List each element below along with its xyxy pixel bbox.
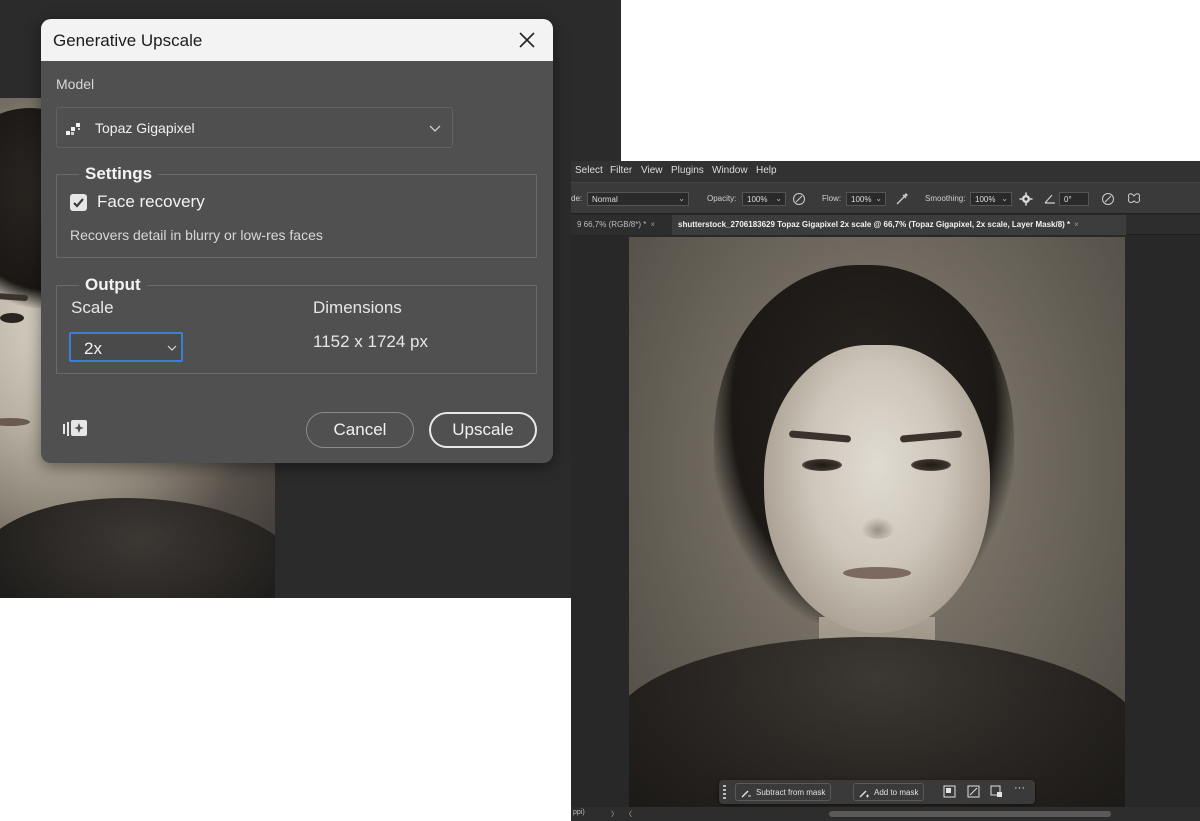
opacity-label: Opacity: (707, 194, 737, 203)
close-icon[interactable] (515, 28, 539, 52)
flow-label: Flow: (822, 194, 842, 203)
brush-plus-icon (859, 790, 869, 798)
smoothing-value: 100% (975, 195, 996, 204)
status-next-icon[interactable]: 〉 (611, 809, 618, 819)
document-tabs: 9 66,7% (RGB/8*) * × shutterstock_2706183… (571, 215, 1200, 235)
model-value: Topaz Gigapixel (95, 120, 195, 136)
opacity-field[interactable]: 100% ⌄ (742, 192, 786, 206)
model-label: Model (56, 76, 95, 92)
menu-help[interactable]: Help (756, 165, 777, 176)
checkmark-icon (73, 198, 84, 208)
settings-legend: Settings (85, 164, 153, 183)
photoshop-window: Select Filter View Plugins Window Help d… (571, 161, 1200, 821)
opacity-value: 100% (747, 195, 768, 204)
drag-handle[interactable] (723, 785, 726, 799)
mode-value: Normal (592, 195, 618, 204)
generative-upscale-dialog: Generative Upscale Model Topaz Gigapixel… (41, 19, 553, 463)
airbrush-icon[interactable] (895, 192, 909, 206)
tab-close-icon[interactable]: × (650, 220, 655, 229)
pressure-opacity-icon[interactable] (792, 192, 806, 206)
chevron-down-icon (167, 345, 177, 351)
subtract-from-mask-button[interactable]: Subtract from mask (735, 783, 832, 801)
cancel-button[interactable]: Cancel (306, 412, 414, 448)
add-to-mask-button[interactable]: Add to mask (853, 783, 925, 801)
mode-dropdown[interactable]: Normal ⌄ (587, 192, 689, 206)
tab-original-document[interactable]: 9 66,7% (RGB/8*) * × (571, 215, 671, 235)
output-legend: Output (85, 275, 141, 294)
menu-filter[interactable]: Filter (610, 165, 632, 176)
dimensions-value: 1152 x 1724 px (313, 332, 428, 351)
symmetry-butterfly-icon[interactable] (1127, 192, 1141, 206)
tab-upscaled-document[interactable]: shutterstock_2706183629 Topaz Gigapixel … (672, 215, 1126, 235)
subtract-label: Subtract from mask (756, 788, 826, 797)
dialog-titlebar: Generative Upscale (41, 19, 553, 61)
menu-window[interactable]: Window (712, 165, 748, 176)
menu-view[interactable]: View (641, 165, 663, 176)
pressure-size-icon[interactable] (1101, 192, 1115, 206)
menu-plugins[interactable]: Plugins (671, 165, 704, 176)
status-bar: ppi) 〉 〈 (571, 807, 1200, 821)
angle-icon (1044, 194, 1055, 204)
dialog-title: Generative Upscale (53, 31, 203, 50)
contextual-taskbar: Subtract from mask Add to mask ··· (719, 780, 1035, 804)
scale-value: 2x (84, 339, 102, 358)
menu-select[interactable]: Select (575, 165, 603, 176)
pixel-staircase-icon (66, 123, 80, 135)
angle-value: 0° (1064, 195, 1072, 204)
upscale-sparkle-icon[interactable] (62, 417, 90, 441)
face-recovery-label[interactable]: Face recovery (97, 192, 205, 212)
smoothing-label: Smoothing: (925, 194, 966, 203)
tab-close-icon[interactable]: × (1074, 220, 1079, 229)
mode-label: de: (571, 194, 583, 203)
face-recovery-checkbox[interactable] (70, 194, 87, 211)
mask-options-icon[interactable] (967, 785, 980, 798)
upscale-button[interactable]: Upscale (429, 412, 537, 448)
scale-label: Scale (71, 298, 114, 317)
options-bar: de: Normal ⌄ Opacity: 100% ⌄ Flow: 100% ⌄ S… (571, 182, 1200, 214)
invert-mask-icon[interactable] (943, 785, 956, 798)
horizontal-scrollbar[interactable] (829, 811, 1111, 817)
status-prev-icon[interactable]: 〈 (625, 809, 632, 819)
chevron-down-icon (429, 125, 441, 132)
dimensions-label: Dimensions (313, 298, 402, 317)
upscaled-photo-canvas[interactable] (629, 237, 1125, 807)
angle-field[interactable]: 0° (1059, 192, 1089, 206)
gear-icon[interactable] (1019, 192, 1033, 206)
model-dropdown[interactable]: Topaz Gigapixel (56, 107, 453, 148)
mask-refine-icon[interactable] (990, 785, 1003, 798)
tab-label: shutterstock_2706183629 Topaz Gigapixel … (678, 220, 1071, 229)
flow-field[interactable]: 100% ⌄ (846, 192, 886, 206)
scale-dropdown[interactable]: 2x (69, 332, 183, 362)
menu-bar: Select Filter View Plugins Window Help (571, 161, 1200, 182)
brush-minus-icon (741, 790, 751, 798)
tab-label: 9 66,7% (RGB/8*) * (577, 220, 647, 229)
face-recovery-description: Recovers detail in blurry or low-res fac… (70, 227, 323, 243)
more-options-icon[interactable]: ··· (1014, 782, 1027, 795)
flow-value: 100% (851, 195, 872, 204)
status-text: ppi) (573, 809, 585, 816)
add-label: Add to mask (874, 788, 919, 797)
smoothing-field[interactable]: 100% ⌄ (970, 192, 1012, 206)
